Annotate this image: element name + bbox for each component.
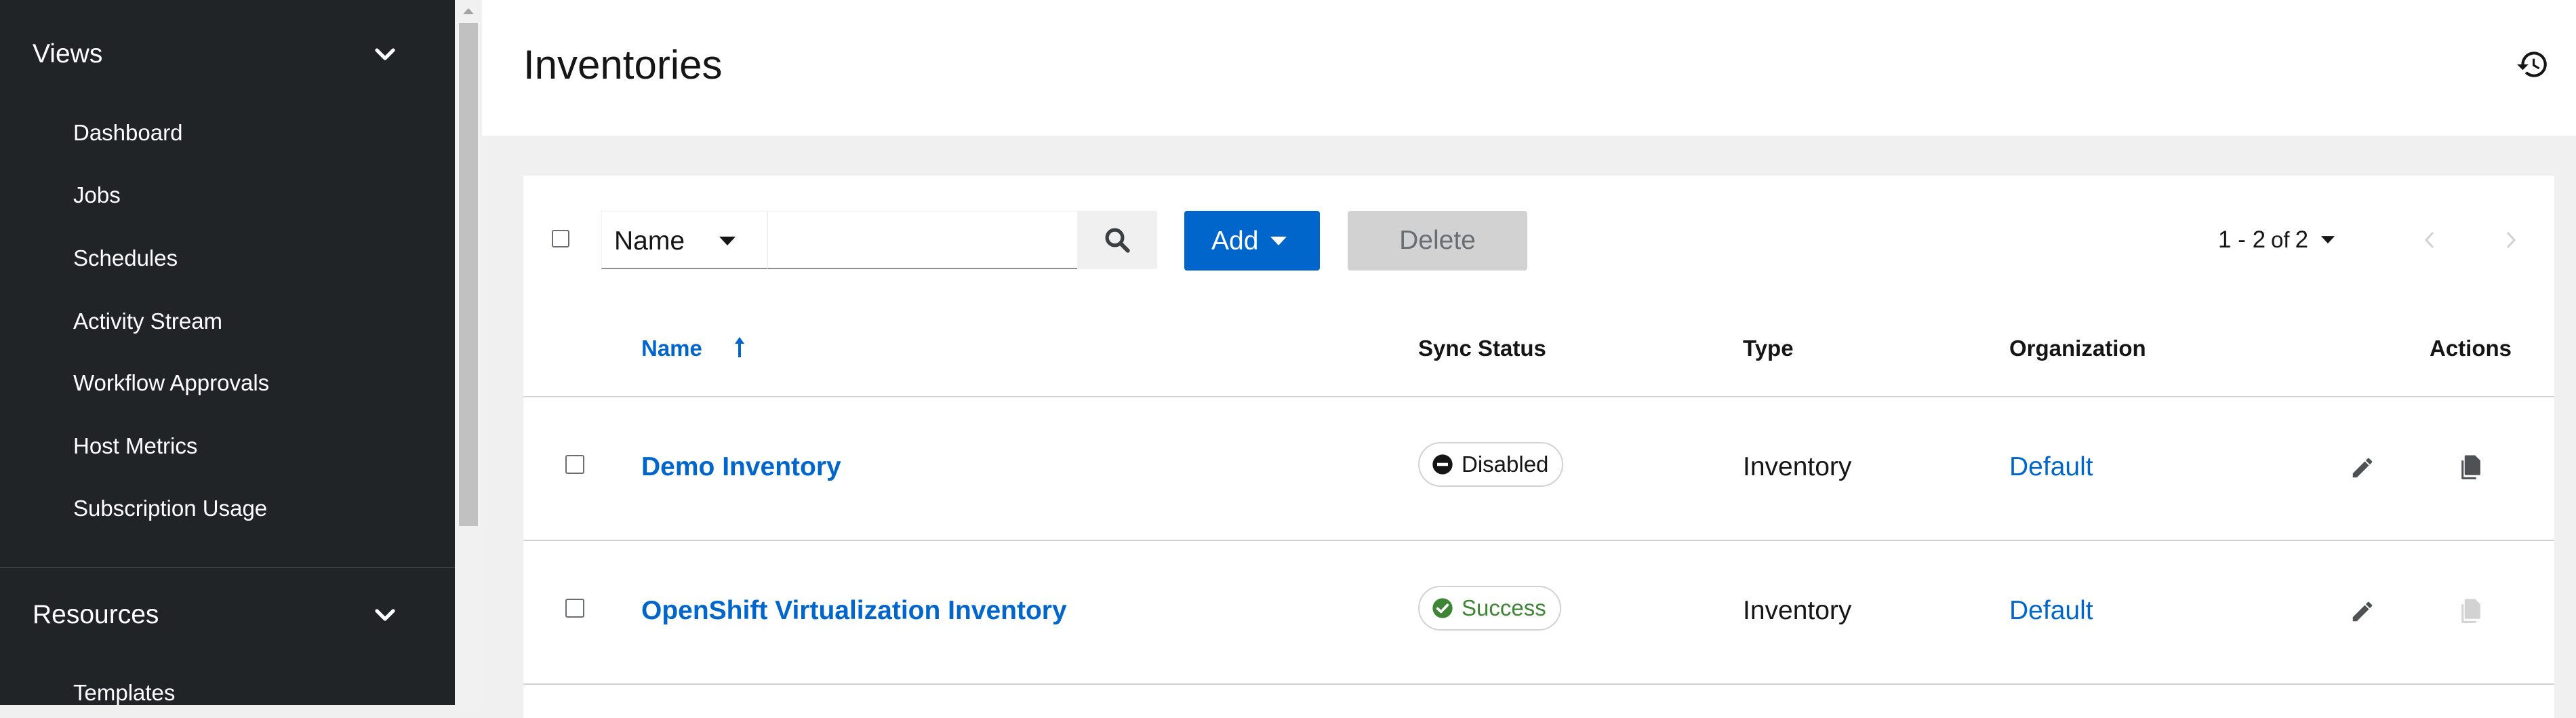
sidebar-item-workflow-approvals[interactable]: Workflow Approvals (0, 356, 455, 410)
inventory-name-link[interactable]: OpenShift Virtualization Inventory (641, 596, 1067, 626)
nav-group-label: Resources (33, 600, 159, 629)
inventories-card: Name Add Delete 1 - 2 of 2 Name Sync Sta… (523, 176, 2554, 718)
inventory-type: Inventory (1743, 452, 1852, 481)
copy-button-disabled (2454, 595, 2488, 629)
sidebar-item-label: Schedules (73, 245, 178, 271)
next-page-button[interactable] (2497, 224, 2524, 256)
scroll-up-arrow-icon[interactable] (455, 0, 482, 22)
chevron-down-icon (375, 48, 395, 60)
pagination-toggle[interactable]: 1 - 2 of 2 (2218, 223, 2335, 257)
column-header-organization: Organization (2009, 336, 2146, 361)
table-header-divider (523, 396, 2554, 397)
organization-link[interactable]: Default (2009, 452, 2093, 482)
chevron-left-icon (2424, 231, 2434, 249)
table-row-divider (523, 540, 2554, 541)
caret-down-icon (1270, 237, 1287, 245)
copy-button[interactable] (2454, 451, 2488, 485)
sidebar-divider (0, 567, 455, 568)
page-header: Inventories (482, 0, 2576, 136)
inventory-name-link[interactable]: Demo Inventory (641, 452, 841, 482)
pagination-range: 1 - 2 (2218, 226, 2266, 253)
sidebar-item-label: Activity Stream (73, 308, 223, 334)
row-select-checkbox[interactable] (565, 455, 584, 474)
page-title: Inventories (523, 42, 723, 87)
nav-group-views[interactable]: Views (0, 24, 455, 85)
search-icon (1105, 228, 1130, 253)
row-select-checkbox[interactable] (565, 599, 584, 618)
sidebar-item-label: Host Metrics (73, 433, 198, 458)
status-label: Disabled (1462, 452, 1549, 477)
search-input[interactable] (767, 211, 1079, 269)
edit-button[interactable] (2346, 595, 2379, 629)
check-circle-icon (1432, 598, 1453, 618)
sidebar: Views Dashboard Jobs Schedules Activity … (0, 0, 455, 705)
sidebar-item-activity-stream[interactable]: Activity Stream (0, 294, 455, 348)
scrollbar-thumb[interactable] (459, 23, 478, 526)
sidebar-item-label: Subscription Usage (73, 496, 268, 521)
column-header-type: Type (1743, 336, 1794, 361)
pagination-total: 2 (2295, 226, 2309, 253)
inventory-type: Inventory (1743, 596, 1852, 625)
activity-history-button[interactable] (2516, 47, 2550, 81)
sort-ascending-icon[interactable] (733, 336, 746, 359)
sidebar-item-label: Workflow Approvals (73, 370, 270, 395)
filter-field-select[interactable]: Name (601, 211, 767, 269)
status-badge: Disabled (1418, 442, 1564, 487)
pencil-icon (2352, 601, 2373, 622)
sidebar-item-schedules[interactable]: Schedules (0, 231, 455, 285)
select-all-checkbox[interactable] (552, 230, 569, 247)
sidebar-item-label: Dashboard (73, 120, 183, 145)
sidebar-scrollbar[interactable] (455, 0, 482, 705)
caret-down-icon (2320, 236, 2335, 244)
edit-button[interactable] (2346, 451, 2379, 485)
sidebar-item-jobs[interactable]: Jobs (0, 168, 455, 222)
pencil-icon (2352, 458, 2373, 478)
status-label: Success (1462, 595, 1546, 620)
delete-button[interactable]: Delete (1348, 211, 1527, 271)
chevron-right-icon (2506, 231, 2516, 249)
add-button-label: Add (1211, 226, 1259, 256)
sidebar-item-subscription-usage[interactable]: Subscription Usage (0, 481, 455, 536)
history-icon (2517, 52, 2547, 77)
pagination-of: of (2271, 227, 2290, 252)
column-header-sync-status: Sync Status (1418, 336, 1546, 361)
search-button[interactable] (1077, 211, 1157, 269)
nav-group-label: Views (33, 39, 103, 68)
filter-field-label: Name (614, 226, 685, 256)
column-header-name[interactable]: Name (641, 336, 702, 361)
add-button[interactable]: Add (1184, 211, 1320, 271)
previous-page-button[interactable] (2416, 224, 2443, 256)
copy-icon (2461, 455, 2480, 479)
nav-group-resources[interactable]: Resources (0, 584, 455, 645)
sidebar-item-templates[interactable]: Templates (0, 666, 455, 705)
table-row-divider (523, 683, 2554, 685)
sidebar-item-host-metrics[interactable]: Host Metrics (0, 419, 455, 473)
sidebar-item-label: Templates (73, 680, 176, 705)
caret-down-icon (719, 237, 736, 245)
sidebar-item-label: Jobs (73, 182, 121, 207)
status-badge: Success (1418, 586, 1561, 631)
sidebar-item-dashboard[interactable]: Dashboard (0, 106, 455, 160)
copy-icon (2461, 599, 2480, 623)
column-header-actions: Actions (2430, 336, 2512, 361)
disabled-icon (1432, 454, 1453, 475)
chevron-down-icon (375, 609, 395, 621)
organization-link[interactable]: Default (2009, 596, 2093, 626)
